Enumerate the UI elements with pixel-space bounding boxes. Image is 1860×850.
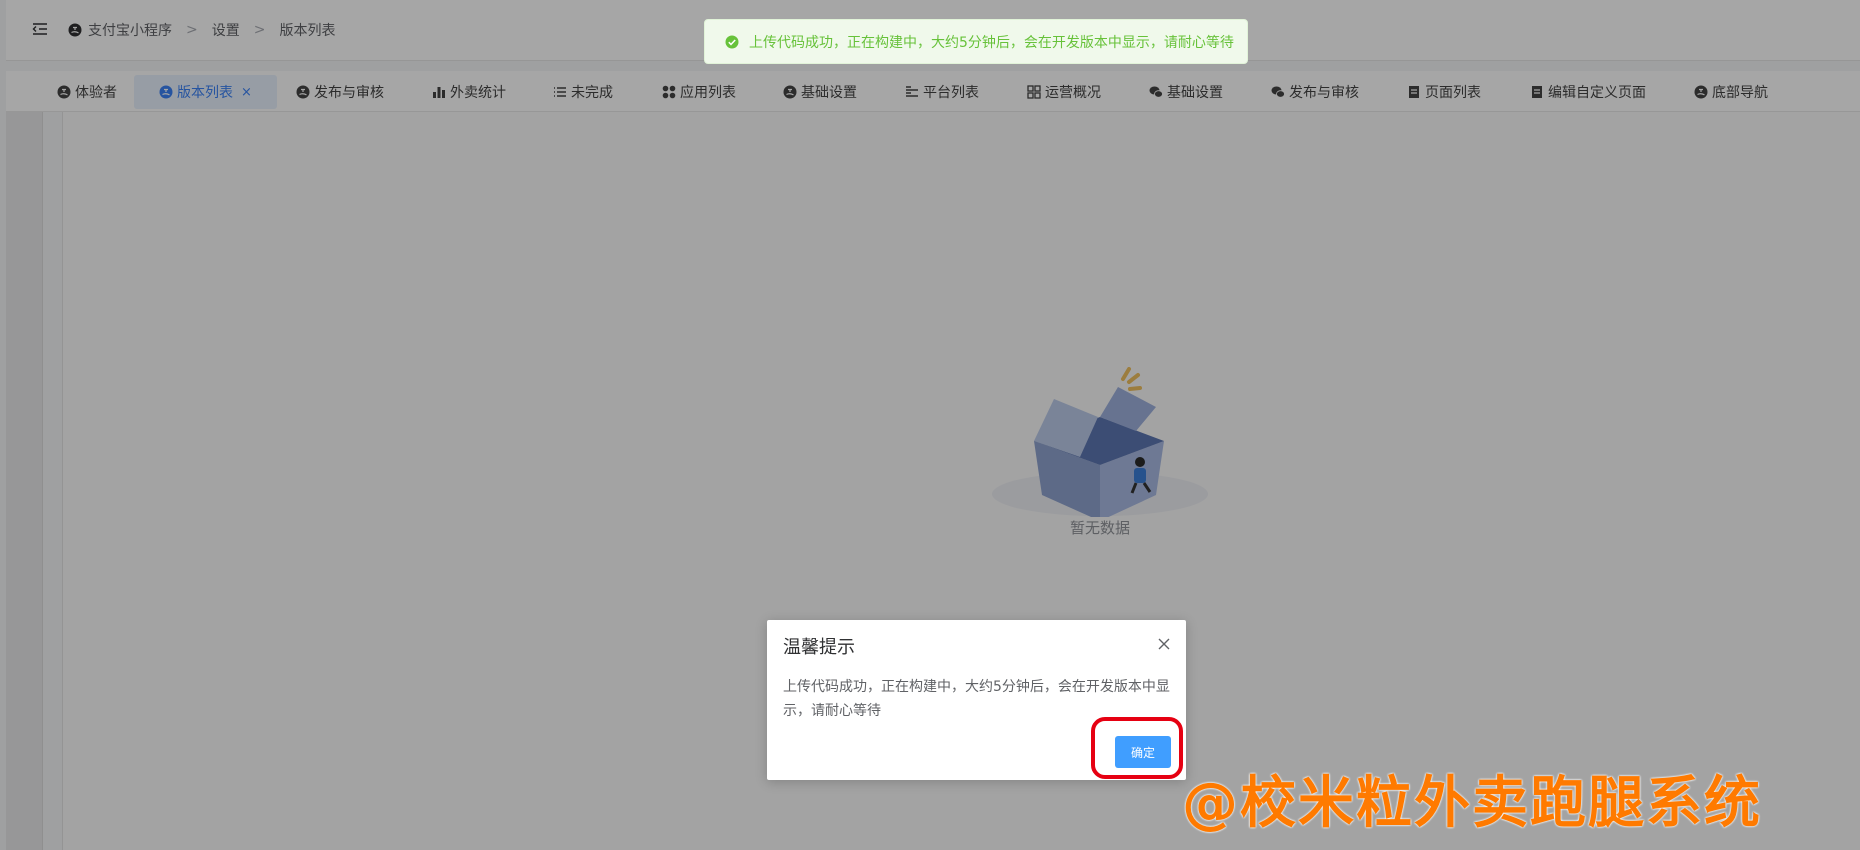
- watermark-text: @校米粒外卖跑腿系统: [1182, 771, 1762, 836]
- highlight-annotation: [1091, 717, 1183, 779]
- close-icon[interactable]: [1156, 636, 1172, 652]
- toast-message: 上传代码成功，正在构建中，大约5分钟后，会在开发版本中显示，请耐心等待: [749, 34, 1234, 51]
- dialog-message: 上传代码成功，正在构建中，大约5分钟后，会在开发版本中显示，请耐心等待: [783, 679, 1170, 719]
- success-toast: 上传代码成功，正在构建中，大约5分钟后，会在开发版本中显示，请耐心等待: [704, 19, 1248, 64]
- check-circle-icon: [725, 35, 739, 48]
- dialog-title: 温馨提示: [783, 637, 855, 658]
